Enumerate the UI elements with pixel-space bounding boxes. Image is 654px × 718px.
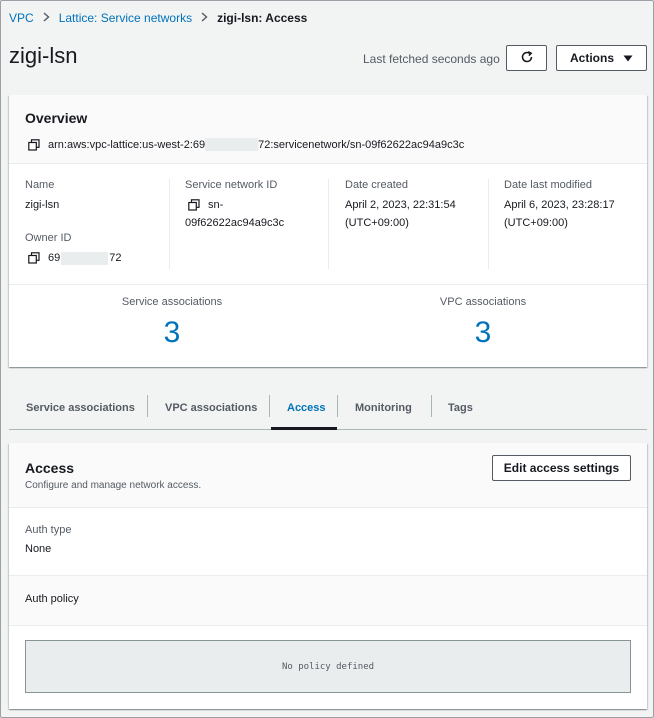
tab-separator <box>431 395 432 417</box>
access-card: Access Configure and manage network acce… <box>9 443 647 709</box>
tab-monitoring[interactable]: Monitoring <box>355 387 412 429</box>
page-title: zigi-lsn <box>9 43 78 68</box>
owner-id-value: 69 72 <box>28 249 122 267</box>
actions-button[interactable]: Actions <box>556 45 647 71</box>
edit-access-settings-button[interactable]: Edit access settings <box>492 455 631 481</box>
arn-prefix: arn:aws:vpc-lattice:us-west-2:69 <box>48 138 206 151</box>
tab-separator <box>269 395 270 417</box>
caret-down-icon <box>623 51 633 65</box>
sn-id-label: Service network ID <box>185 179 278 191</box>
arn-row: arn:aws:vpc-lattice:us-west-2:69 72:serv… <box>28 138 464 151</box>
refresh-icon <box>520 50 534 67</box>
date-created-value-1: April 2, 2023, 22:31:54 <box>345 199 456 211</box>
access-header: Access Configure and manage network acce… <box>9 443 647 508</box>
active-tab-indicator <box>271 427 337 430</box>
date-modified-value-2: (UTC+09:00) <box>504 217 568 229</box>
redacted-mask <box>205 138 259 151</box>
overview-header: Overview arn:aws:vpc-lattice:us-west-2:6… <box>9 95 647 164</box>
date-modified-label: Date last modified <box>504 179 593 191</box>
vpc-associations-label: VPC associations <box>439 296 527 308</box>
sn-id-value-2: 09f62622ac94a9c3c <box>185 217 285 229</box>
auth-policy-header: Auth policy <box>9 575 647 626</box>
column-divider <box>169 179 170 269</box>
service-associations-label: Service associations <box>121 296 223 308</box>
service-associations-count[interactable]: 3 <box>22 316 322 350</box>
tab-separator <box>337 395 338 417</box>
auth-policy-box: No policy defined <box>25 640 631 693</box>
copy-icon[interactable] <box>188 199 200 211</box>
chevron-right-icon <box>43 10 50 25</box>
owner-prefix: 69 <box>48 252 61 264</box>
column-divider <box>328 179 329 269</box>
sn-id-value-1: sn- <box>208 199 224 211</box>
overview-title: Overview <box>25 110 88 126</box>
redacted-mask <box>61 251 109 265</box>
date-modified-value-1: April 6, 2023, 23:28:17 <box>504 199 615 211</box>
auth-type-value: None <box>25 543 52 555</box>
copy-icon[interactable] <box>28 138 40 151</box>
tab-access[interactable]: Access <box>287 387 326 429</box>
chevron-right-icon <box>201 10 208 25</box>
date-created-label: Date created <box>345 179 408 191</box>
policy-text: No policy defined <box>281 661 375 672</box>
sn-id-line-1: sn- <box>188 196 223 214</box>
breadcrumb-vpc-link[interactable]: VPC <box>9 11 34 25</box>
owner-id-label: Owner ID <box>25 232 72 244</box>
breadcrumb: VPC Lattice: Service networks zigi-lsn: … <box>9 10 307 25</box>
date-created-value-2: (UTC+09:00) <box>345 217 409 229</box>
tab-vpc-associations[interactable]: VPC associations <box>165 387 257 429</box>
name-label: Name <box>25 179 55 191</box>
tab-bar: Service associations VPC associations Ac… <box>9 387 647 430</box>
auth-policy-label: Auth policy <box>25 593 79 605</box>
column-divider <box>488 179 489 269</box>
tab-tags[interactable]: Tags <box>448 387 473 429</box>
last-fetched-text: Last fetched seconds ago <box>363 52 500 66</box>
auth-type-label: Auth type <box>25 524 72 536</box>
actions-label: Actions <box>569 51 614 65</box>
copy-icon[interactable] <box>28 252 40 264</box>
overview-card: Overview arn:aws:vpc-lattice:us-west-2:6… <box>9 95 647 367</box>
vpc-associations-count[interactable]: 3 <box>333 316 633 350</box>
name-value: zigi-lsn <box>25 199 60 211</box>
tab-service-associations[interactable]: Service associations <box>26 387 135 429</box>
refresh-button[interactable] <box>506 45 547 71</box>
stats-divider <box>9 284 647 285</box>
access-title: Access <box>25 460 75 476</box>
owner-suffix: 72 <box>109 252 122 264</box>
arn-suffix: 72:servicenetwork/sn-09f62622ac94a9c3c <box>258 138 465 151</box>
page-frame: VPC Lattice: Service networks zigi-lsn: … <box>0 0 654 718</box>
breadcrumb-current: zigi-lsn: Access <box>217 10 308 25</box>
breadcrumb-service-networks-link[interactable]: Lattice: Service networks <box>59 11 192 25</box>
tab-separator <box>147 395 148 417</box>
access-description: Configure and manage network access. <box>25 480 202 491</box>
